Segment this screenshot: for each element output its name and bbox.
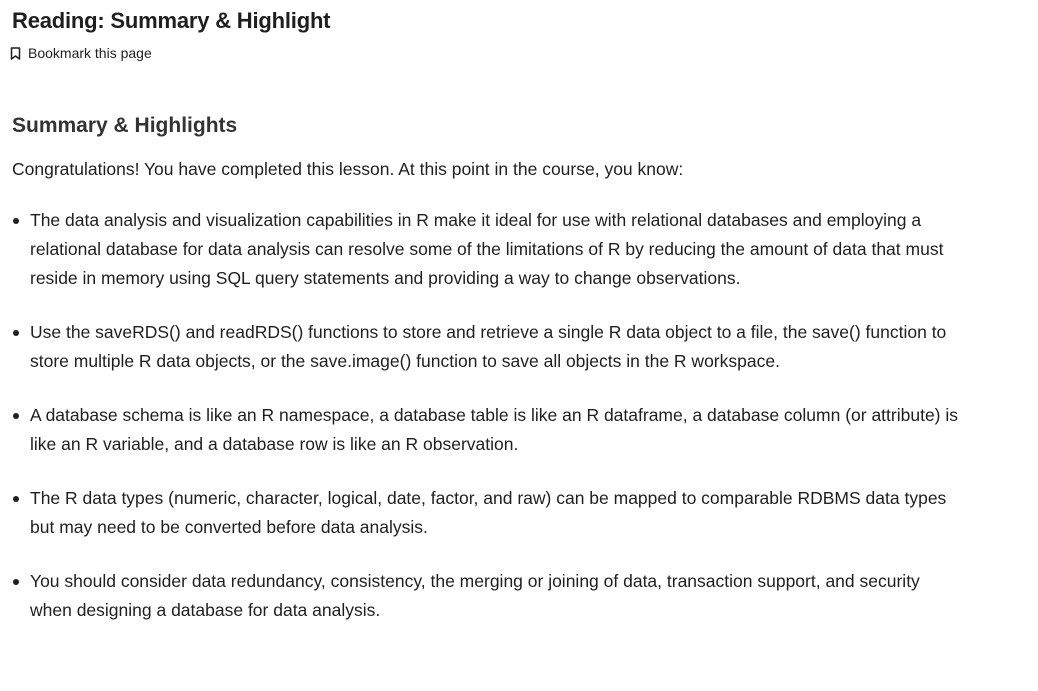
bookmark-icon — [8, 46, 22, 60]
bookmark-label: Bookmark this page — [28, 45, 152, 61]
page-title: Reading: Summary & Highlight — [12, 8, 331, 33]
list-item: The R data types (numeric, character, lo… — [12, 484, 962, 542]
intro-text: Congratulations! You have completed this… — [12, 159, 684, 179]
summary-list: The data analysis and visualization capa… — [12, 206, 962, 650]
list-item: You should consider data redundancy, con… — [12, 567, 962, 625]
section-heading: Summary & Highlights — [12, 114, 238, 137]
list-item: The data analysis and visualization capa… — [12, 206, 962, 293]
list-item: Use the saveRDS() and readRDS() function… — [12, 318, 962, 376]
bookmark-button[interactable]: Bookmark this page — [8, 45, 152, 61]
list-item: A database schema is like an R namespace… — [12, 401, 962, 459]
